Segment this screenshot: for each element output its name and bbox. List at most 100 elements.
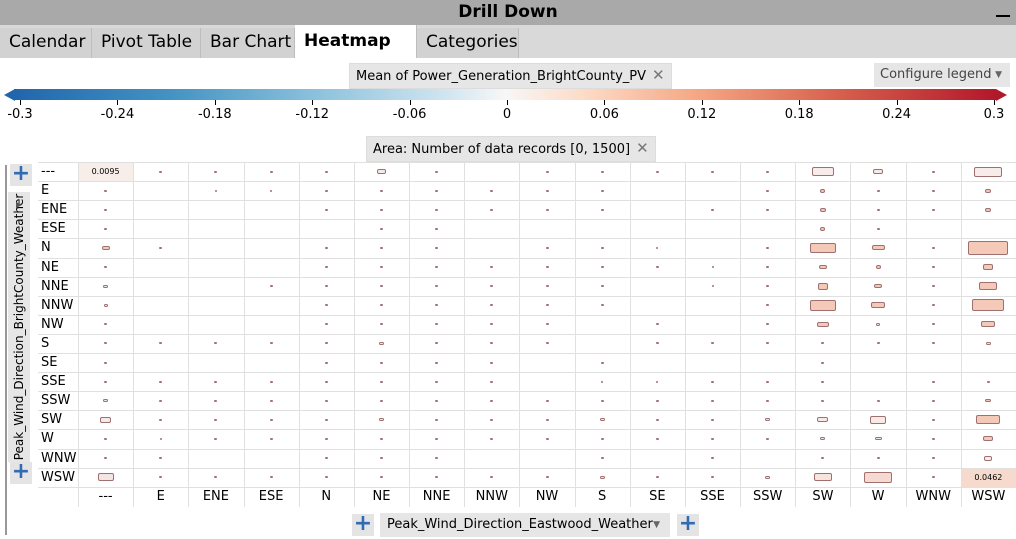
tab-heatmap[interactable]: Heatmap xyxy=(295,25,417,58)
heatmap-cell[interactable] xyxy=(324,304,328,307)
heatmap-cell[interactable] xyxy=(655,418,659,421)
color-measure-chip[interactable]: Mean of Power_Generation_BrightCounty_PV… xyxy=(349,63,672,89)
heatmap-cell[interactable] xyxy=(820,226,826,231)
heatmap-cell[interactable] xyxy=(269,285,273,288)
heatmap-cell[interactable] xyxy=(711,437,715,440)
heatmap-cell[interactable] xyxy=(811,167,834,177)
heatmap-cell[interactable] xyxy=(766,246,770,249)
heatmap-cell[interactable] xyxy=(379,437,383,440)
heatmap-cell[interactable] xyxy=(378,341,384,345)
heatmap-cell[interactable] xyxy=(821,342,825,345)
heatmap-cell[interactable] xyxy=(214,342,218,345)
heatmap-cell[interactable] xyxy=(655,399,659,402)
heatmap-cell[interactable] xyxy=(600,208,604,211)
row-label[interactable]: --- xyxy=(41,164,55,179)
row-label[interactable]: NNW xyxy=(41,298,73,313)
column-label[interactable]: SSW xyxy=(740,489,795,504)
add-column-dimension-button[interactable]: + xyxy=(352,513,374,536)
heatmap-cell[interactable] xyxy=(711,285,714,288)
row-label[interactable]: WSW xyxy=(41,470,75,485)
heatmap-cell[interactable] xyxy=(379,361,383,364)
heatmap-cell[interactable] xyxy=(656,380,659,383)
row-label[interactable]: WNW xyxy=(41,451,76,466)
heatmap-cell[interactable] xyxy=(490,285,494,288)
heatmap-cell[interactable] xyxy=(104,342,108,345)
heatmap-cell[interactable] xyxy=(876,399,880,402)
heatmap-cell[interactable] xyxy=(976,415,1001,425)
heatmap-cell[interactable] xyxy=(379,285,383,288)
heatmap-cell[interactable] xyxy=(435,399,439,402)
heatmap-cell[interactable] xyxy=(324,457,328,460)
column-label[interactable]: ESE xyxy=(244,489,299,504)
heatmap-cell[interactable] xyxy=(545,304,549,307)
heatmap-cell[interactable] xyxy=(214,380,218,383)
column-label[interactable]: SW xyxy=(795,489,850,504)
heatmap-cell[interactable] xyxy=(490,342,494,345)
heatmap-cell[interactable] xyxy=(809,242,836,253)
heatmap-cell[interactable] xyxy=(821,380,825,383)
heatmap-cell[interactable] xyxy=(876,457,880,460)
heatmap-cell[interactable] xyxy=(600,437,604,440)
heatmap-cell[interactable] xyxy=(711,342,715,345)
heatmap-cell[interactable] xyxy=(766,266,770,269)
heatmap-cell[interactable] xyxy=(766,208,770,211)
heatmap-cell[interactable] xyxy=(435,342,439,345)
heatmap-cell[interactable] xyxy=(981,321,996,328)
heatmap-cell[interactable] xyxy=(931,380,935,383)
heatmap-cell[interactable] xyxy=(104,457,108,460)
heatmap-cell[interactable] xyxy=(324,170,328,173)
row-label[interactable]: ENE xyxy=(41,202,67,217)
heatmap-cell[interactable] xyxy=(986,380,990,383)
heatmap-cell[interactable] xyxy=(435,227,439,230)
heatmap-cell[interactable] xyxy=(600,361,604,364)
heatmap-cell[interactable] xyxy=(490,437,494,440)
heatmap-cell[interactable] xyxy=(545,189,549,192)
heatmap-cell[interactable] xyxy=(324,380,328,383)
heatmap-cell[interactable] xyxy=(711,418,715,421)
heatmap-cell[interactable] xyxy=(379,476,383,479)
heatmap-cell[interactable] xyxy=(821,399,825,402)
heatmap-cell[interactable] xyxy=(378,418,384,422)
heatmap-cell[interactable] xyxy=(435,476,439,479)
heatmap-cell[interactable] xyxy=(435,361,439,364)
heatmap-cell[interactable] xyxy=(324,342,328,345)
heatmap-cell[interactable] xyxy=(931,170,935,173)
heatmap-cell[interactable] xyxy=(435,189,439,192)
heatmap-cell[interactable] xyxy=(545,170,549,173)
heatmap-cell[interactable] xyxy=(766,170,770,173)
heatmap-cell[interactable] xyxy=(324,476,328,479)
heatmap-cell[interactable] xyxy=(766,304,770,307)
heatmap-cell[interactable] xyxy=(600,285,604,288)
heatmap-cell[interactable] xyxy=(876,322,881,326)
heatmap-cell[interactable] xyxy=(817,417,829,423)
column-label[interactable]: S xyxy=(575,489,630,504)
heatmap-cell[interactable] xyxy=(600,399,604,402)
minimize-icon[interactable] xyxy=(996,15,1010,17)
heatmap-cell[interactable] xyxy=(600,170,604,173)
heatmap-cell[interactable] xyxy=(490,304,494,307)
heatmap-cell[interactable] xyxy=(655,170,659,173)
heatmap-cell[interactable] xyxy=(490,418,494,421)
heatmap-cell[interactable] xyxy=(766,323,770,326)
column-label[interactable]: SSE xyxy=(685,489,740,504)
heatmap-cell[interactable] xyxy=(104,323,108,326)
heatmap-cell[interactable] xyxy=(159,399,163,402)
heatmap-cell[interactable] xyxy=(765,418,771,422)
heatmap-cell[interactable] xyxy=(820,437,826,441)
heatmap-cell[interactable] xyxy=(270,189,273,192)
heatmap-cell[interactable] xyxy=(655,342,659,345)
heatmap-cell[interactable] xyxy=(435,457,439,460)
heatmap-cell[interactable] xyxy=(874,437,882,441)
heatmap-cell[interactable] xyxy=(214,189,217,192)
heatmap-cell[interactable] xyxy=(545,342,549,345)
heatmap-cell[interactable] xyxy=(931,304,935,307)
heatmap-cell[interactable] xyxy=(490,189,494,192)
heatmap-cell[interactable] xyxy=(821,457,825,460)
heatmap-cell[interactable] xyxy=(159,246,163,249)
heatmap-cell[interactable] xyxy=(545,285,549,288)
heatmap-cell[interactable] xyxy=(159,457,163,460)
add-row-dimension-button-bottom[interactable]: + xyxy=(10,461,32,484)
area-measure-chip[interactable]: Area: Number of data records [0, 1500] ✕ xyxy=(366,136,656,162)
heatmap-cell[interactable] xyxy=(214,476,218,479)
heatmap-cell[interactable] xyxy=(214,418,218,421)
